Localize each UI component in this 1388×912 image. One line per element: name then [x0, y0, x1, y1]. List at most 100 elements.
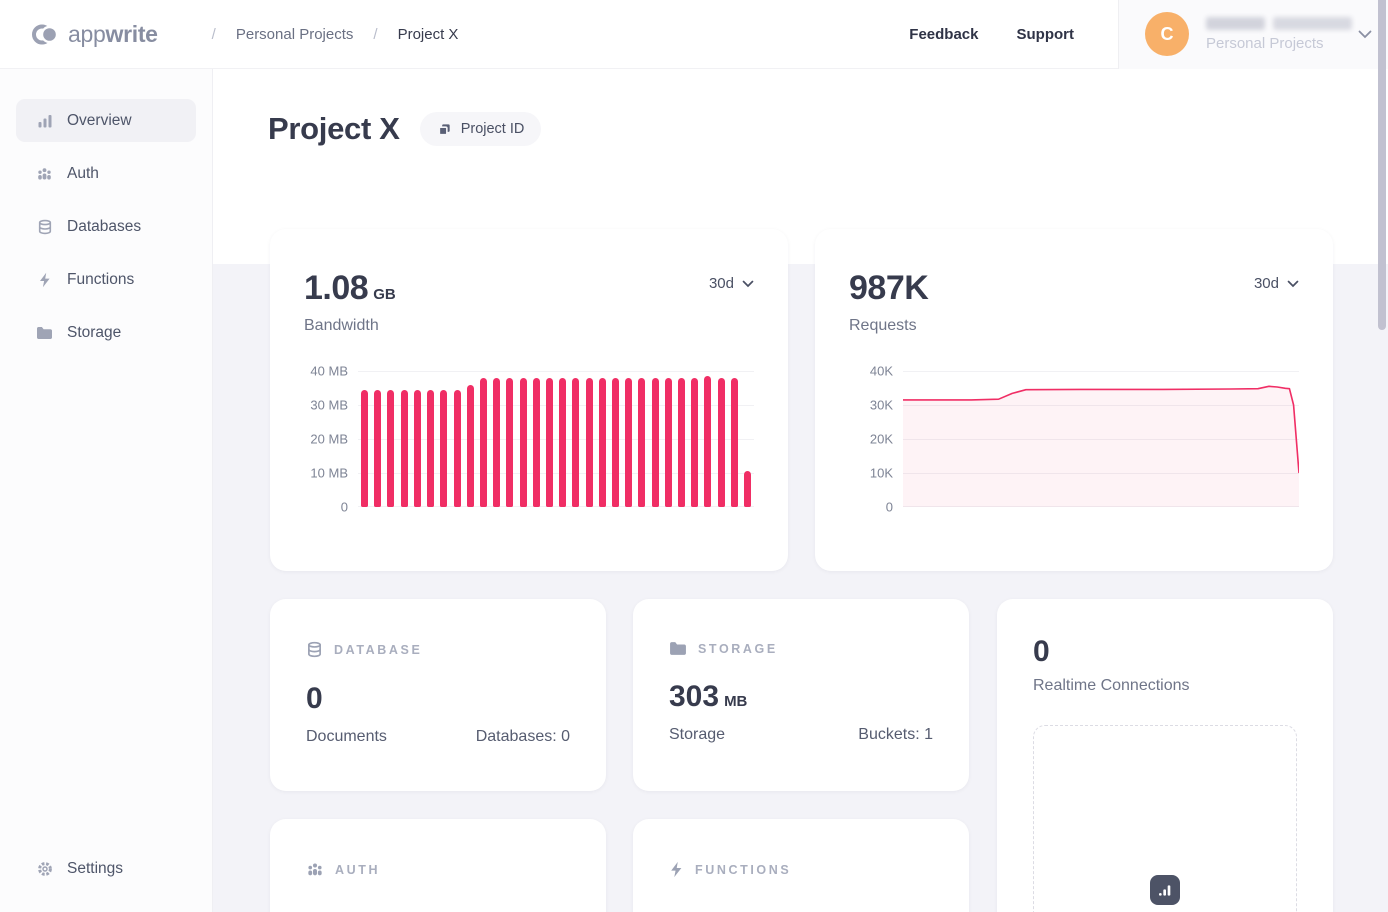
bandwidth-bar: [506, 378, 513, 507]
sidebar-item-settings[interactable]: Settings: [16, 847, 196, 890]
sidebar-item-label: Storage: [67, 324, 121, 342]
chevron-down-icon: [1358, 30, 1372, 39]
gridline: [358, 371, 754, 372]
realtime-label: Realtime Connections: [1033, 677, 1297, 695]
y-tick-label: 40K: [870, 364, 893, 379]
project-id-badge[interactable]: Project ID: [420, 112, 542, 146]
requests-value: 987K: [849, 269, 928, 308]
logo-wordmark: appwrite: [68, 21, 158, 48]
project-id-label: Project ID: [461, 121, 525, 137]
sidebar-item-storage[interactable]: Storage: [16, 311, 196, 354]
realtime-card: 0 Realtime Connections No data to show G…: [997, 599, 1333, 912]
databases-count: Databases: 0: [476, 728, 570, 746]
range-value: 30d: [1254, 275, 1279, 292]
bandwidth-bar: [493, 378, 500, 507]
database-icon: [306, 641, 323, 658]
breadcrumb-parent[interactable]: Personal Projects: [236, 26, 354, 43]
bandwidth-bar: [387, 390, 394, 507]
chevron-down-icon: [742, 280, 754, 288]
sidebar-item-databases[interactable]: Databases: [16, 205, 196, 248]
sidebar-item-functions[interactable]: Functions: [16, 258, 196, 301]
appwrite-logo[interactable]: appwrite: [32, 21, 158, 48]
sidebar-item-label: Overview: [67, 112, 132, 130]
main-content: Project X Project ID 1.08GB Bandwidth 30…: [213, 69, 1388, 912]
copy-icon: [437, 122, 452, 137]
bandwidth-bar: [480, 378, 487, 507]
auth-card[interactable]: AUTH: [270, 819, 606, 912]
bandwidth-bar: [678, 378, 685, 507]
y-tick-label: 0: [886, 500, 893, 515]
breadcrumb-current[interactable]: Project X: [398, 26, 459, 43]
range-value: 30d: [709, 275, 734, 292]
support-link[interactable]: Support: [1017, 26, 1075, 43]
users-icon: [36, 165, 53, 182]
breadcrumb-separator: /: [373, 26, 377, 43]
bandwidth-bar: [718, 378, 725, 507]
bar-chart-icon: [36, 112, 53, 129]
users-icon: [306, 861, 324, 878]
storage-card[interactable]: STORAGE 303MB Storage Buckets: 1: [633, 599, 969, 791]
bandwidth-unit: GB: [373, 286, 396, 303]
sidebar-item-label: Settings: [67, 860, 123, 878]
user-name-redacted: [1206, 17, 1352, 30]
user-org-label: Personal Projects: [1206, 35, 1352, 52]
lightning-icon: [669, 861, 684, 878]
bandwidth-y-axis: 40 MB30 MB20 MB10 MB0: [304, 371, 358, 507]
y-tick-label: 20K: [870, 432, 893, 447]
realtime-empty-state: No data to show Get started with Realtim…: [1033, 725, 1297, 912]
sidebar-spacer: [0, 359, 212, 842]
bandwidth-card: 1.08GB Bandwidth 30d 40 MB30 MB20 MB10 M…: [270, 229, 788, 571]
y-tick-label: 30 MB: [310, 398, 348, 413]
requests-range-select[interactable]: 30d: [1254, 275, 1299, 292]
breadcrumb-separator: /: [212, 26, 216, 43]
requests-label: Requests: [849, 317, 928, 335]
database-category-label: DATABASE: [334, 643, 422, 657]
database-card[interactable]: DATABASE 0 Documents Databases: 0: [270, 599, 606, 791]
top-bar: appwrite / Personal Projects / Project X…: [0, 0, 1388, 69]
bandwidth-bar: [414, 390, 421, 507]
gear-icon: [36, 860, 53, 877]
storage-category-label: STORAGE: [698, 642, 778, 656]
chevron-down-icon: [1287, 280, 1299, 288]
requests-chart: 40K30K20K10K0: [849, 371, 1299, 507]
bandwidth-bar: [586, 378, 593, 507]
y-tick-label: 10K: [870, 466, 893, 481]
feedback-link[interactable]: Feedback: [909, 26, 978, 43]
bandwidth-value: 1.08GB: [304, 269, 396, 308]
folder-icon: [669, 641, 687, 656]
storage-size: 303MB: [669, 680, 933, 714]
scrollbar-thumb[interactable]: [1378, 0, 1386, 330]
user-menu[interactable]: C Personal Projects: [1118, 0, 1388, 69]
bandwidth-bar: [704, 376, 711, 507]
sidebar-item-auth[interactable]: Auth: [16, 152, 196, 195]
y-tick-label: 40 MB: [310, 364, 348, 379]
bandwidth-bar: [638, 378, 645, 507]
bandwidth-range-select[interactable]: 30d: [709, 275, 754, 292]
bandwidth-bar: [665, 378, 672, 507]
buckets-count: Buckets: 1: [858, 726, 933, 744]
y-tick-label: 30K: [870, 398, 893, 413]
functions-card[interactable]: FUNCTIONS: [633, 819, 969, 912]
bandwidth-bar: [625, 378, 632, 507]
bandwidth-chart: 40 MB30 MB20 MB10 MB0: [304, 371, 754, 507]
database-icon: [36, 218, 53, 235]
chart-placeholder-icon: [1150, 875, 1180, 905]
realtime-count: 0: [1033, 635, 1297, 669]
sidebar-item-label: Functions: [67, 271, 134, 289]
user-meta: Personal Projects: [1206, 17, 1352, 52]
sidebar-item-overview[interactable]: Overview: [16, 99, 196, 142]
bandwidth-label: Bandwidth: [304, 317, 396, 335]
breadcrumb: / Personal Projects / Project X: [192, 26, 459, 43]
y-tick-label: 10 MB: [310, 466, 348, 481]
bandwidth-bar: [533, 378, 540, 507]
bandwidth-bar: [599, 378, 606, 507]
bandwidth-bar: [454, 390, 461, 507]
folder-icon: [36, 324, 53, 341]
sidebar-item-label: Databases: [67, 218, 141, 236]
bandwidth-bar: [559, 378, 566, 507]
page-title: Project X: [268, 111, 400, 147]
bandwidth-bar: [691, 378, 698, 507]
requests-line: [903, 371, 1299, 507]
top-nav: Feedback Support: [909, 26, 1074, 43]
sidebar-item-label: Auth: [67, 165, 99, 183]
